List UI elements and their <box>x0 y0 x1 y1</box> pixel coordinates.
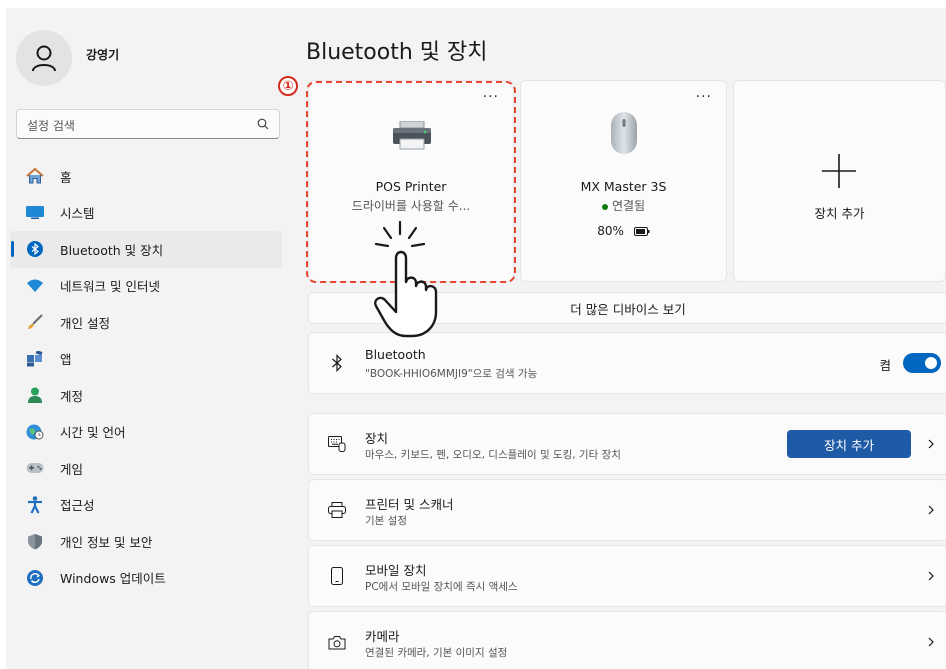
globe-clock-icon <box>26 423 44 441</box>
toggle-state-label: 켬 <box>879 358 891 373</box>
battery-percent: 80% <box>597 224 624 238</box>
system-icon <box>26 204 44 222</box>
sidebar-nav: 홈 시스템 Bluetooth 및 장치 네트워크 및 인터넷 개인 설정 앱 … <box>10 158 282 596</box>
battery-icon <box>633 227 650 236</box>
sidebar-item-label: Bluetooth 및 장치 <box>60 242 164 258</box>
sidebar-item-label: 시스템 <box>60 206 95 222</box>
toggle-knob <box>925 357 937 369</box>
search-input[interactable]: 설정 검색 <box>16 109 280 139</box>
bluetooth-symbol-icon <box>327 353 347 373</box>
keyboard-device-icon <box>327 434 347 454</box>
chevron-right-icon <box>928 571 934 581</box>
bluetooth-toggle[interactable] <box>903 353 941 373</box>
bluetooth-icon <box>26 240 44 258</box>
add-device-button[interactable]: 장치 추가 <box>787 430 911 458</box>
wifi-icon <box>26 277 44 295</box>
sidebar-item-label: 계정 <box>60 388 84 404</box>
add-device-label: 장치 추가 <box>814 206 865 221</box>
home-icon <box>26 167 44 185</box>
printers-scanners-row[interactable]: 프린터 및 스캐너 기본 설정 <box>308 479 946 541</box>
plus-icon <box>822 154 856 188</box>
brush-icon <box>26 313 44 331</box>
chevron-right-icon <box>928 637 934 647</box>
row-title: 카메라 <box>365 629 400 644</box>
sidebar-item-accounts[interactable]: 계정 <box>10 377 282 414</box>
sidebar-item-apps[interactable]: 앱 <box>10 341 282 378</box>
connected-dot-icon <box>601 203 608 210</box>
row-title: 프린터 및 스캐너 <box>365 497 454 512</box>
search-icon <box>257 118 269 130</box>
bluetooth-row: Bluetooth "BOOK-HHIO6MMJI9"으로 검색 가능 켬 <box>308 332 946 394</box>
chevron-right-icon <box>928 505 934 515</box>
sidebar-item-accessibility[interactable]: 접근성 <box>10 487 282 524</box>
devices-row[interactable]: 장치 마우스, 키보드, 펜, 오디오, 디스플레이 및 도킹, 기타 장치 장… <box>308 413 946 475</box>
sidebar-item-label: 홈 <box>60 169 72 185</box>
update-icon <box>26 569 44 587</box>
sidebar-item-privacy[interactable]: 개인 정보 및 보안 <box>10 523 282 560</box>
sidebar-item-time-language[interactable]: 시간 및 언어 <box>10 414 282 451</box>
device-name: MX Master 3S <box>580 179 667 194</box>
more-options-button[interactable]: ... <box>696 85 712 101</box>
avatar[interactable] <box>16 30 72 86</box>
sidebar-item-label: 네트워크 및 인터넷 <box>60 279 160 295</box>
connection-status: 연결됨 <box>611 199 646 213</box>
sidebar-item-gaming[interactable]: 게임 <box>10 450 282 487</box>
row-title: 장치 <box>365 431 389 446</box>
accessibility-icon <box>26 495 44 514</box>
mobile-devices-row[interactable]: 모바일 장치 PC에서 모바일 장치에 즉시 액세스 <box>308 545 946 607</box>
battery-level: 80% <box>521 224 726 238</box>
row-title: Bluetooth <box>365 347 426 362</box>
step-marker: ① <box>278 76 298 96</box>
sidebar-item-label: 개인 설정 <box>60 315 110 331</box>
account-icon <box>26 386 44 404</box>
chevron-right-icon <box>928 439 934 449</box>
gamepad-icon <box>26 459 44 477</box>
sidebar-item-label: 개인 정보 및 보안 <box>60 534 153 550</box>
row-description: 연결된 카메라, 기본 이미지 설정 <box>365 647 508 659</box>
add-device-card[interactable]: 장치 추가 <box>733 80 946 282</box>
sidebar-item-label: 앱 <box>60 352 72 368</box>
row-description: PC에서 모바일 장치에 즉시 액세스 <box>365 581 518 593</box>
sidebar-item-personalization[interactable]: 개인 설정 <box>10 304 282 341</box>
phone-icon <box>327 566 347 586</box>
sidebar-item-bluetooth[interactable]: Bluetooth 및 장치 <box>10 231 282 268</box>
sidebar-item-label: 시간 및 언어 <box>60 425 126 441</box>
page-title: Bluetooth 및 장치 <box>306 40 488 65</box>
apps-icon <box>26 350 44 368</box>
mouse-icon <box>611 112 637 154</box>
device-status: 연결됨 <box>521 197 726 214</box>
row-description: 마우스, 키보드, 펜, 오디오, 디스플레이 및 도킹, 기타 장치 <box>365 449 621 461</box>
printer-outline-icon <box>327 500 347 520</box>
camera-icon <box>327 632 347 652</box>
row-title: 모바일 장치 <box>365 563 427 578</box>
sidebar-item-label: 게임 <box>60 461 84 477</box>
settings-window: 강영기 설정 검색 홈 시스템 Bluetooth 및 장치 네트워크 및 인터… <box>6 8 946 669</box>
sidebar-item-network[interactable]: 네트워크 및 인터넷 <box>10 268 282 305</box>
sidebar-item-system[interactable]: 시스템 <box>10 195 282 232</box>
sidebar-item-label: 접근성 <box>60 498 95 514</box>
hand-pointer-icon <box>374 220 438 338</box>
device-card-mx-master[interactable]: ... MX Master 3S 연결됨 80% <box>520 80 727 282</box>
shield-icon <box>26 532 44 550</box>
sidebar-item-label: Windows 업데이트 <box>60 571 166 587</box>
search-placeholder: 설정 검색 <box>27 119 75 133</box>
row-description: "BOOK-HHIO6MMJI9"으로 검색 가능 <box>365 368 538 380</box>
user-icon <box>32 45 56 72</box>
user-name: 강영기 <box>86 48 120 62</box>
camera-row[interactable]: 카메라 연결된 카메라, 기본 이미지 설정 <box>308 611 946 669</box>
sidebar-item-home[interactable]: 홈 <box>10 158 282 195</box>
sidebar-item-windows-update[interactable]: Windows 업데이트 <box>10 560 282 597</box>
row-description: 기본 설정 <box>365 515 407 527</box>
